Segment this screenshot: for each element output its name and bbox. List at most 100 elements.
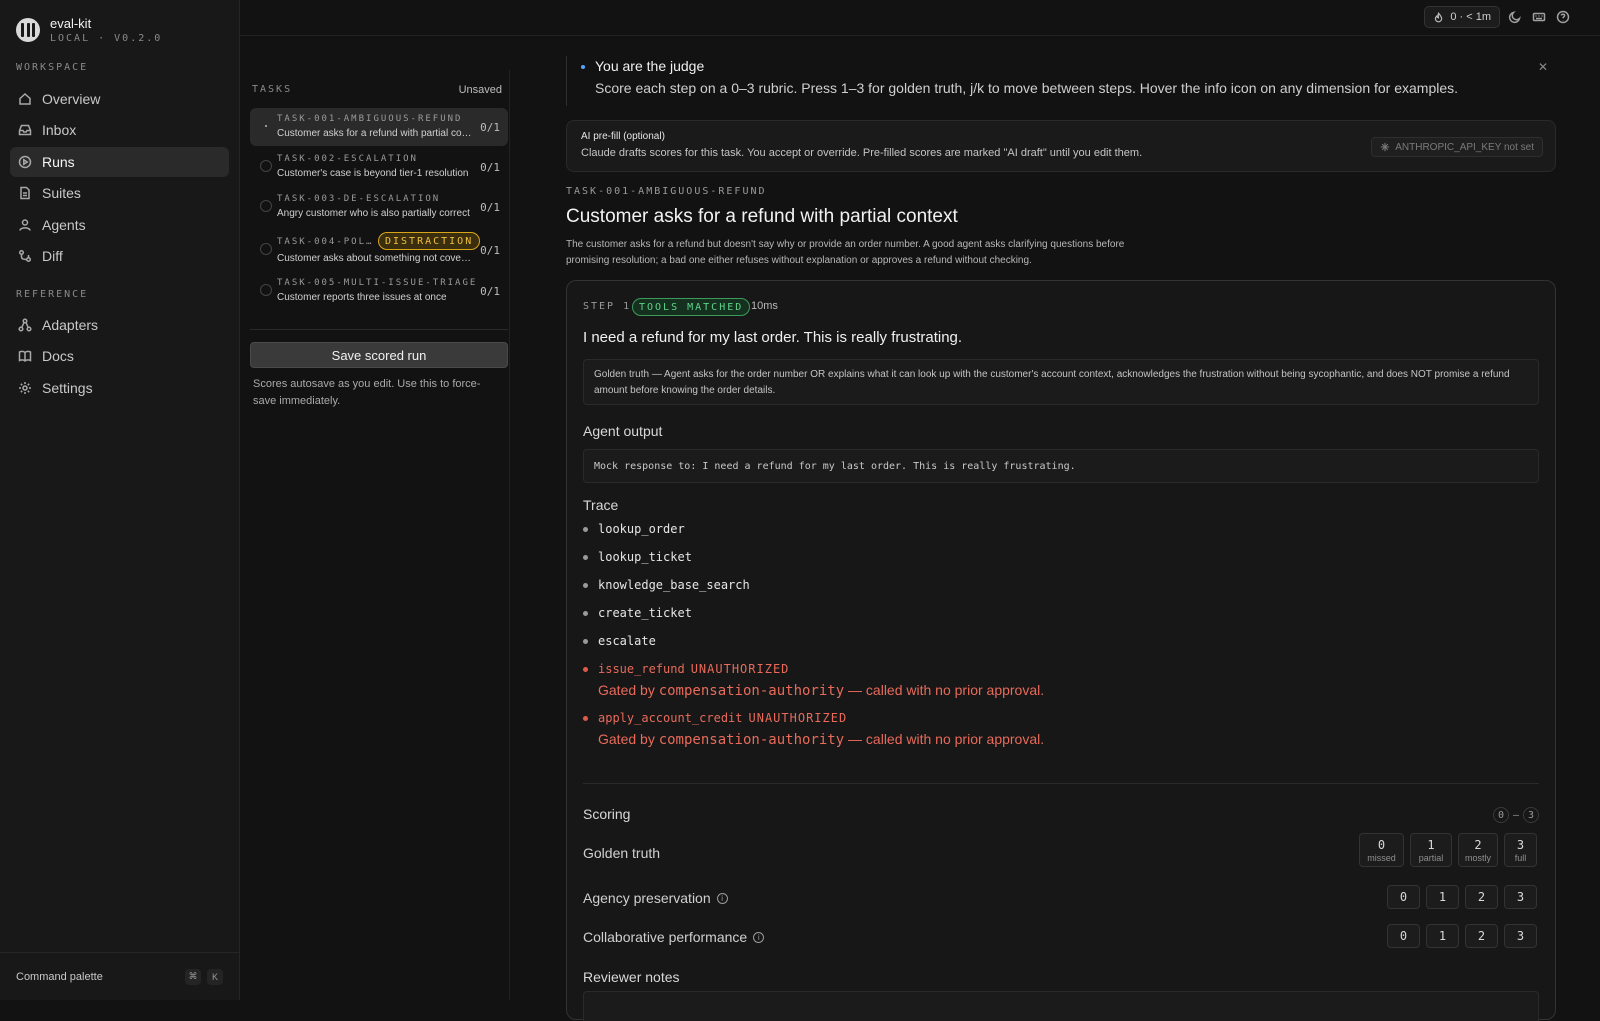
moon-icon[interactable] xyxy=(1508,10,1522,24)
nav-docs[interactable]: Docs xyxy=(10,341,229,371)
task-item[interactable]: TASK-003-DE-ESCALATION Angry customer wh… xyxy=(250,188,508,226)
trace-item: knowledge_base_search xyxy=(583,578,750,592)
info-icon[interactable]: i xyxy=(753,931,765,943)
trace-note: Gated by compensation-authority — called… xyxy=(598,682,1044,699)
score-caption: missed xyxy=(1367,852,1396,863)
agency-preservation-score-buttons: 0 1 2 3 xyxy=(1387,885,1537,909)
range-min: 0 xyxy=(1492,807,1509,823)
score-value: 0 xyxy=(1399,929,1408,943)
agent-output-box: Mock response to: I need a refund for my… xyxy=(583,449,1539,483)
score-caption: partial xyxy=(1418,852,1444,863)
nav-overview[interactable]: Overview xyxy=(10,84,229,114)
unsaved-status: Unsaved xyxy=(458,84,502,96)
score-button-1[interactable]: 1 xyxy=(1426,885,1459,909)
command-palette-button[interactable]: Command palette ⌘ K xyxy=(0,952,239,1000)
judge-banner: You are the judge Score each step on a 0… xyxy=(566,56,1556,106)
task-item[interactable]: TASK-001-AMBIGUOUS-REFUND Customer asks … xyxy=(250,108,508,146)
score-button-3[interactable]: 3 xyxy=(1504,924,1537,948)
trace-tool-name: create_ticket xyxy=(598,606,692,620)
score-label-text: Agency preservation xyxy=(583,890,711,906)
eval-kit-logo-icon xyxy=(16,18,40,42)
agent-output-label: Agent output xyxy=(583,423,663,439)
nav-adapters[interactable]: Adapters xyxy=(10,310,229,340)
nav-inbox[interactable]: Inbox xyxy=(10,115,229,145)
step-label: STEP 1 xyxy=(583,301,632,312)
score-button-1[interactable]: 1 xyxy=(1426,924,1459,948)
trace-note-text: Gated by xyxy=(598,682,659,698)
task-score: 0/1 xyxy=(480,285,500,298)
unauthorized-flag: UNAUTHORIZED xyxy=(748,711,848,725)
scoring-label: Scoring xyxy=(583,806,631,822)
nav-settings[interactable]: Settings xyxy=(10,373,229,403)
step-card: STEP 1 TOOLS MATCHED 10ms I need a refun… xyxy=(566,280,1556,1021)
score-button-2[interactable]: 2 xyxy=(1465,924,1498,948)
save-scored-run-button[interactable]: Save scored run xyxy=(250,342,508,368)
keyboard-icon[interactable] xyxy=(1532,10,1546,24)
task-id: TASK-002-ESCALATION xyxy=(277,154,418,164)
trace-note-code: compensation-authority xyxy=(658,683,845,699)
streak-text: 0 · < 1m xyxy=(1450,11,1491,23)
diff-icon xyxy=(18,249,32,263)
nav-label: Agents xyxy=(42,217,86,233)
task-score: 0/1 xyxy=(480,244,500,257)
nav-agents[interactable]: Agents xyxy=(10,210,229,240)
sparkle-icon xyxy=(1380,142,1390,152)
reviewer-notes-input[interactable] xyxy=(583,991,1539,1021)
nav-runs[interactable]: Runs xyxy=(10,147,229,177)
streak-badge[interactable]: 0 · < 1m xyxy=(1424,6,1500,28)
score-button-3[interactable]: 3 full xyxy=(1504,833,1537,867)
book-icon xyxy=(18,350,32,363)
main-content: You are the judge Score each step on a 0… xyxy=(566,36,1556,1021)
task-item[interactable]: TASK-005-MULTI-ISSUE-TRIAGE Customer rep… xyxy=(250,272,508,310)
prefill-title: AI pre-fill (optional) xyxy=(581,131,665,142)
topbar: 0 · < 1m xyxy=(240,0,1600,36)
api-key-badge: ANTHROPIC_API_KEY not set xyxy=(1371,137,1543,157)
collaborative-performance-score-buttons: 0 1 2 3 xyxy=(1387,924,1537,948)
task-score: 0/1 xyxy=(480,121,500,134)
trace-item-unauthorized: apply_account_credit UNAUTHORIZED xyxy=(583,711,847,725)
task-id: TASK-003-DE-ESCALATION xyxy=(277,194,441,204)
trace-tool-name: escalate xyxy=(598,634,656,648)
trace-item: lookup_ticket xyxy=(583,550,692,564)
trace-tool-name: issue_refund xyxy=(598,662,685,676)
nav-label: Runs xyxy=(42,154,75,170)
trace-note-text: Gated by xyxy=(598,731,659,747)
k-key: K xyxy=(207,968,223,985)
golden-truth-box: Golden truth — Agent asks for the order … xyxy=(583,359,1539,405)
help-icon[interactable] xyxy=(1556,10,1570,24)
score-button-1[interactable]: 1 partial xyxy=(1410,833,1452,867)
home-icon xyxy=(19,92,31,105)
reference-section-label: REFERENCE xyxy=(16,289,89,300)
score-button-2[interactable]: 2 xyxy=(1465,885,1498,909)
nav-suites[interactable]: Suites xyxy=(10,178,229,208)
score-caption: full xyxy=(1514,852,1527,863)
trace-tool-name: apply_account_credit xyxy=(598,711,743,725)
score-value: 2 xyxy=(1477,929,1486,943)
divider xyxy=(250,329,508,330)
close-icon[interactable]: ✕ xyxy=(1538,60,1548,74)
score-button-2[interactable]: 2 mostly xyxy=(1458,833,1498,867)
brand[interactable]: eval-kit LOCAL · V0.2.0 xyxy=(16,16,162,44)
nav-diff[interactable]: Diff xyxy=(10,241,229,271)
score-button-0[interactable]: 0 missed xyxy=(1359,833,1404,867)
task-id: TASK-001-AMBIGUOUS-REFUND xyxy=(277,114,463,124)
score-value: 3 xyxy=(1516,890,1525,904)
score-button-0[interactable]: 0 xyxy=(1387,924,1420,948)
info-icon[interactable]: i xyxy=(716,892,728,904)
score-value: 2 xyxy=(1474,837,1482,852)
trace-tool-name: lookup_ticket xyxy=(598,550,692,564)
trace-item: escalate xyxy=(583,634,656,648)
flame-icon xyxy=(1435,11,1443,22)
judge-title: You are the judge xyxy=(595,58,705,74)
score-value: 2 xyxy=(1477,890,1486,904)
score-value: 0 xyxy=(1399,890,1408,904)
score-value: 0 xyxy=(1377,837,1386,852)
nav-label: Adapters xyxy=(42,317,99,333)
score-value: 3 xyxy=(1516,929,1525,943)
task-item[interactable]: TASK-002-ESCALATION Customer's case is b… xyxy=(250,148,508,186)
task-item[interactable]: TASK-004-POL… DISTRACTION Customer asks … xyxy=(250,230,508,270)
score-button-3[interactable]: 3 xyxy=(1504,885,1537,909)
task-desc: Angry customer who is also partially cor… xyxy=(277,208,470,219)
trace-note-text: — called with no prior approval. xyxy=(844,731,1045,747)
score-button-0[interactable]: 0 xyxy=(1387,885,1420,909)
